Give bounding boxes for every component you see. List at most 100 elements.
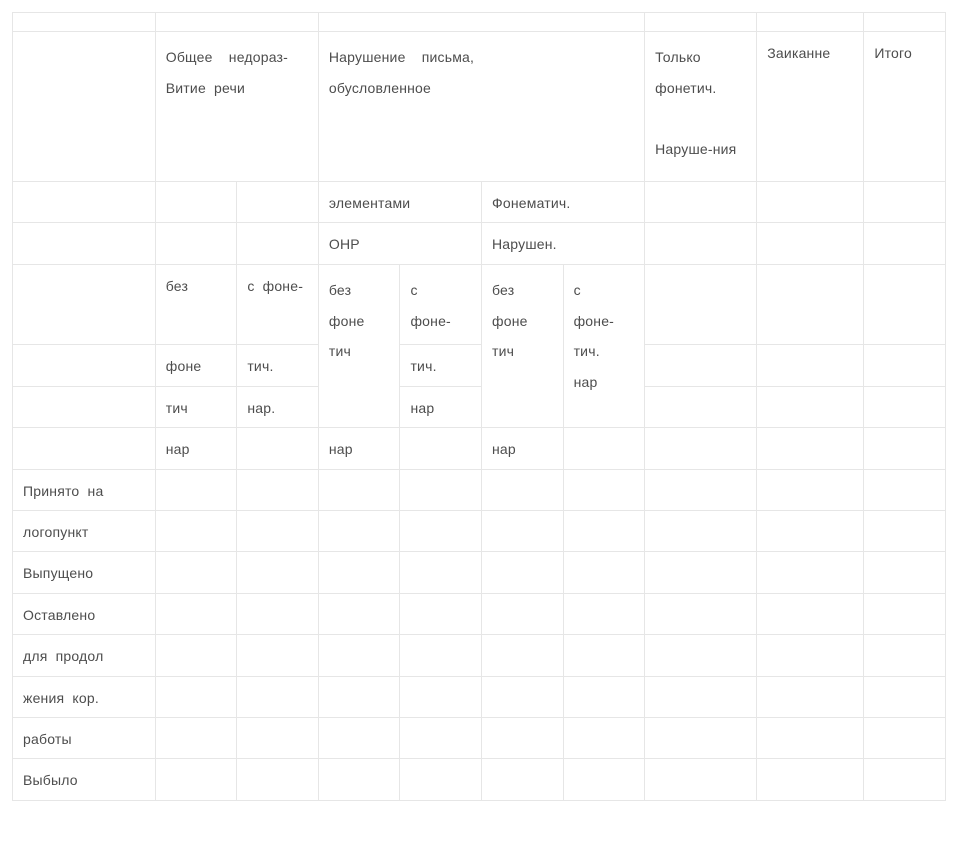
cell-empty bbox=[400, 469, 482, 510]
cell-empty bbox=[864, 717, 946, 758]
cell-nar: нар bbox=[482, 428, 564, 469]
cell-empty bbox=[155, 469, 237, 510]
cell-empty bbox=[645, 386, 757, 427]
row-label-released: Выпущено bbox=[13, 552, 156, 593]
cell-empty bbox=[757, 676, 864, 717]
cell-empty bbox=[864, 386, 946, 427]
header-total: Итого bbox=[864, 32, 946, 182]
cell-empty bbox=[13, 13, 156, 32]
cell-nar: нар bbox=[318, 428, 400, 469]
cell-empty bbox=[645, 428, 757, 469]
cell-empty bbox=[757, 759, 864, 800]
cell-bez-fone-tich: безфонетич bbox=[318, 264, 400, 427]
cell-empty bbox=[400, 428, 482, 469]
cell-empty bbox=[318, 717, 400, 758]
cell-empty bbox=[13, 182, 156, 223]
cell-empty bbox=[563, 469, 645, 510]
cell-empty bbox=[645, 635, 757, 676]
cell-s-fone: с фоне- bbox=[237, 264, 319, 345]
cell-empty bbox=[318, 552, 400, 593]
cell-empty bbox=[864, 759, 946, 800]
cell-nar: нар bbox=[400, 386, 482, 427]
cell-empty bbox=[645, 676, 757, 717]
cell-empty bbox=[645, 717, 757, 758]
cell-empty bbox=[400, 676, 482, 717]
cell-empty bbox=[155, 593, 237, 634]
cell-empty bbox=[155, 759, 237, 800]
cell-bez-fone-tich: безфонетич bbox=[482, 264, 564, 427]
cell-empty bbox=[645, 510, 757, 551]
cell-empty bbox=[757, 717, 864, 758]
cell-empty bbox=[757, 510, 864, 551]
cell-empty bbox=[757, 428, 864, 469]
cell-empty bbox=[237, 593, 319, 634]
subheader-elements: элементами bbox=[318, 182, 481, 223]
cell-empty bbox=[482, 676, 564, 717]
cell-empty bbox=[864, 510, 946, 551]
cell-empty bbox=[864, 264, 946, 345]
cell-empty bbox=[13, 345, 156, 386]
cell-empty bbox=[645, 469, 757, 510]
table-row: работы bbox=[13, 717, 946, 758]
cell-empty bbox=[864, 13, 946, 32]
cell-empty bbox=[237, 469, 319, 510]
cell-empty bbox=[864, 223, 946, 264]
cell-nar-dot: нар. bbox=[237, 386, 319, 427]
cell-empty bbox=[318, 593, 400, 634]
table-row: элементами Фонематич. bbox=[13, 182, 946, 223]
cell-s-fone: сфоне- bbox=[400, 264, 482, 345]
cell-empty bbox=[563, 759, 645, 800]
cell-empty bbox=[237, 182, 319, 223]
cell-empty bbox=[757, 345, 864, 386]
cell-nar: нар bbox=[155, 428, 237, 469]
header-writing-disorder: Нарушение письма,обусловленное bbox=[318, 32, 644, 182]
cell-fone: фоне bbox=[155, 345, 237, 386]
cell-empty bbox=[400, 552, 482, 593]
cell-empty bbox=[318, 759, 400, 800]
cell-empty bbox=[13, 264, 156, 345]
cell-empty bbox=[645, 264, 757, 345]
table-row: ОНР Нарушен. bbox=[13, 223, 946, 264]
row-label-accepted-2: логопункт bbox=[13, 510, 156, 551]
subheader-phonematic: Фонематич. bbox=[482, 182, 645, 223]
cell-empty bbox=[864, 676, 946, 717]
cell-empty bbox=[645, 759, 757, 800]
subheader-narushen: Нарушен. bbox=[482, 223, 645, 264]
header-general-speech: Общее недораз-Витие речи bbox=[155, 32, 318, 182]
table-header-row: Общее недораз-Витие речи Нарушение письм… bbox=[13, 32, 946, 182]
cell-empty bbox=[563, 635, 645, 676]
table-row: жения кор. bbox=[13, 676, 946, 717]
cell-empty bbox=[645, 345, 757, 386]
cell-empty bbox=[645, 552, 757, 593]
cell-empty bbox=[318, 510, 400, 551]
cell-empty bbox=[757, 13, 864, 32]
cell-empty bbox=[563, 510, 645, 551]
cell-empty bbox=[155, 223, 237, 264]
row-label-remaining: Оставлено bbox=[13, 593, 156, 634]
table-row: фоне тич. тич. bbox=[13, 345, 946, 386]
cell-empty bbox=[482, 469, 564, 510]
header-phonetic-only: Только фонетич.Наруше-ния bbox=[645, 32, 757, 182]
cell-empty bbox=[864, 635, 946, 676]
cell-empty bbox=[482, 759, 564, 800]
cell-empty bbox=[237, 676, 319, 717]
cell-empty bbox=[237, 223, 319, 264]
table-row bbox=[13, 13, 946, 32]
table-row: тич нар. нар bbox=[13, 386, 946, 427]
row-label-continue-2: жения кор. bbox=[13, 676, 156, 717]
cell-empty bbox=[237, 717, 319, 758]
cell-empty bbox=[563, 676, 645, 717]
cell-tich-dot: тич. bbox=[237, 345, 319, 386]
table-row: без с фоне- безфонетич сфоне- безфонетич… bbox=[13, 264, 946, 345]
cell-bez: без bbox=[155, 264, 237, 345]
cell-empty bbox=[400, 510, 482, 551]
cell-empty bbox=[400, 717, 482, 758]
cell-empty bbox=[482, 593, 564, 634]
cell-empty bbox=[13, 386, 156, 427]
cell-empty bbox=[482, 635, 564, 676]
cell-empty bbox=[864, 469, 946, 510]
table-row: Выбыло bbox=[13, 759, 946, 800]
row-label-continue-3: работы bbox=[13, 717, 156, 758]
cell-empty bbox=[400, 593, 482, 634]
cell-empty bbox=[155, 676, 237, 717]
